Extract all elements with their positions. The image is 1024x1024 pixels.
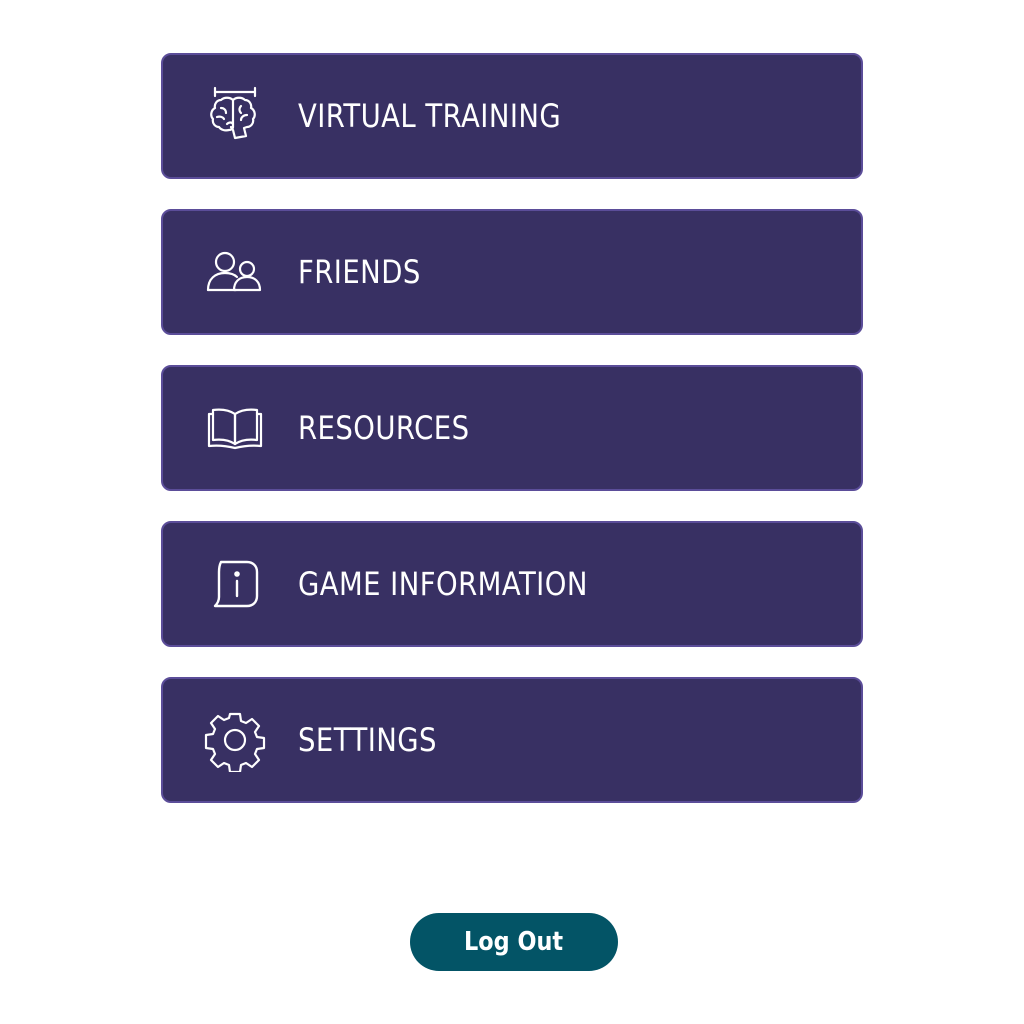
menu-item-game-information[interactable]: GAME INFORMATION <box>161 521 863 647</box>
menu-item-virtual-training[interactable]: VIRTUAL TRAINING <box>161 53 863 179</box>
main-menu-page: VIRTUAL TRAINING FRIENDS RESOURCES GAME … <box>0 0 1024 1024</box>
book-icon <box>203 396 267 460</box>
menu-item-resources[interactable]: RESOURCES <box>161 365 863 491</box>
info-icon <box>203 552 267 616</box>
menu-item-label: GAME INFORMATION <box>298 565 588 603</box>
brain-icon <box>203 84 267 148</box>
friends-icon <box>203 240 267 304</box>
menu-item-label: SETTINGS <box>298 721 437 759</box>
logout-label: Log Out <box>464 927 564 957</box>
logout-button[interactable]: Log Out <box>410 913 618 971</box>
menu-item-friends[interactable]: FRIENDS <box>161 209 863 335</box>
gear-icon <box>203 708 267 772</box>
main-menu: VIRTUAL TRAINING FRIENDS RESOURCES GAME … <box>161 53 863 833</box>
menu-item-settings[interactable]: SETTINGS <box>161 677 863 803</box>
menu-item-label: FRIENDS <box>298 253 421 291</box>
menu-item-label: RESOURCES <box>298 409 470 447</box>
menu-item-label: VIRTUAL TRAINING <box>298 97 562 135</box>
